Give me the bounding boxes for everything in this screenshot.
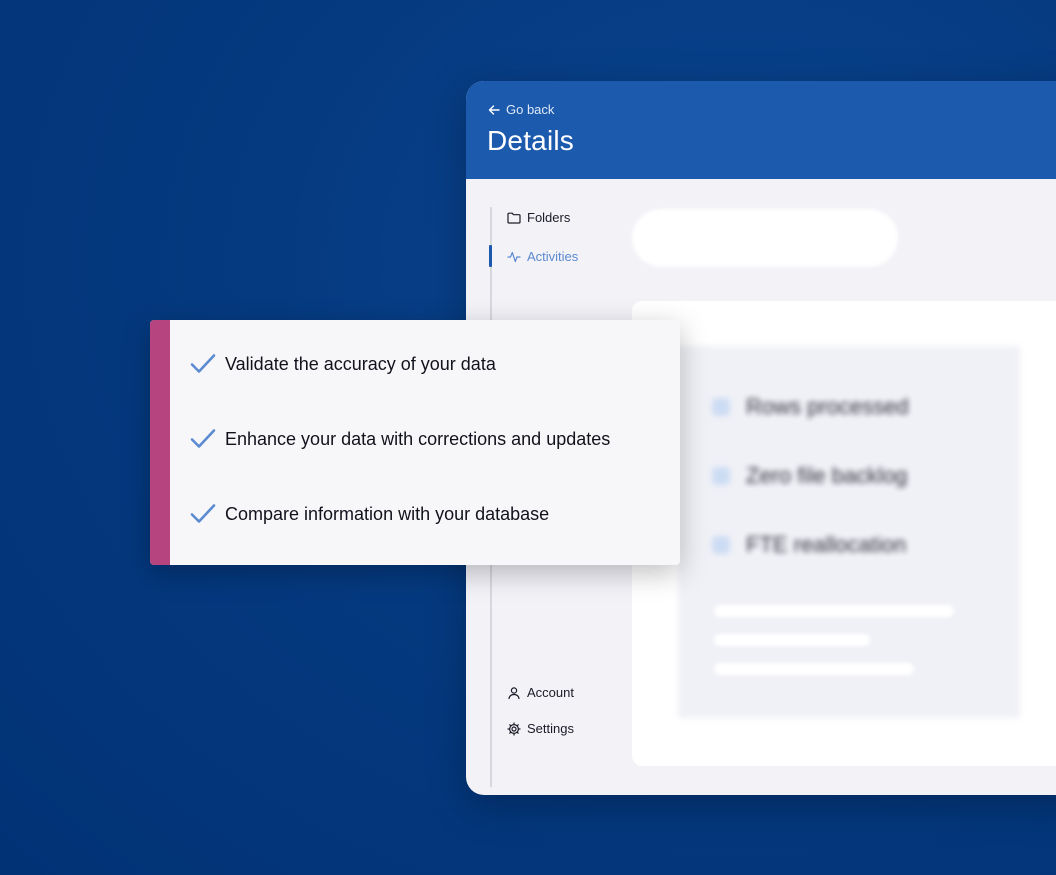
placeholder-line	[714, 663, 914, 675]
checkmark-icon	[190, 354, 216, 373]
file-icon	[712, 467, 730, 485]
stat-zero-file-backlog: Zero file backlog	[712, 463, 907, 489]
checkmark-icon	[190, 504, 216, 523]
placeholder-line	[714, 634, 870, 646]
stat-fte-reallocation: FTE reallocation	[712, 532, 906, 558]
stat-label: Zero file backlog	[746, 463, 908, 488]
stat-rows-processed: Rows processed	[712, 394, 909, 420]
feature-accent-bar	[150, 320, 170, 565]
person-icon	[712, 536, 730, 554]
feature-text: Validate the accuracy of your data	[225, 353, 496, 374]
rows-icon	[712, 398, 730, 416]
feature-text: Enhance your data with corrections and u…	[225, 428, 611, 449]
stat-label: Rows processed	[746, 394, 909, 419]
feature-card: Validate the accuracy of your data Enhan…	[150, 320, 680, 565]
search-pill[interactable]	[632, 209, 898, 267]
feature-text: Compare information with your database	[225, 503, 550, 524]
placeholder-line	[714, 605, 954, 617]
checkmark-icon	[190, 429, 216, 448]
feature-item: Enhance your data with corrections and u…	[190, 428, 610, 450]
stat-label: FTE reallocation	[746, 532, 907, 557]
feature-item: Compare information with your database	[190, 503, 549, 525]
feature-item: Validate the accuracy of your data	[190, 353, 496, 375]
